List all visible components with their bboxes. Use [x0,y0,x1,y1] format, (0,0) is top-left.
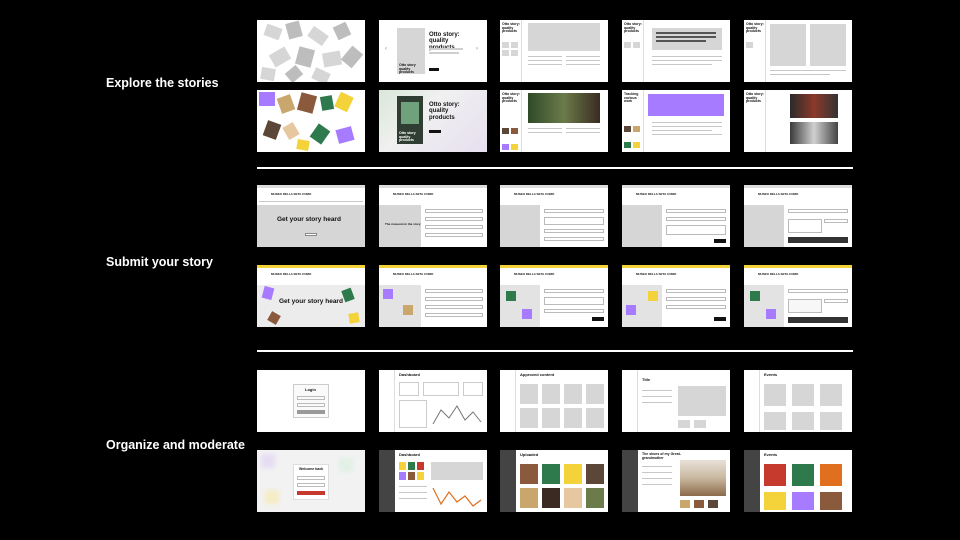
section-label-organize: Organize and moderate [106,438,245,452]
brand-name: MUSEO DELLA SETA COMO [271,272,312,276]
thumb-explore-scatter-wire[interactable] [257,20,365,82]
section-divider [257,350,853,352]
brand-name: MUSEO DELLA SETA COMO [514,272,555,276]
brand-name: MUSEO DELLA SETA COMO [393,192,434,196]
thumb-explore-carousel-hifi[interactable]: Otto story: quality products Otto story … [379,90,487,152]
chevron-right-icon[interactable]: › [476,46,478,52]
thumb-organize-events-wire[interactable]: Events [744,370,852,432]
thumb-organize-dashboard-wire[interactable]: Dashboard [379,370,487,432]
line-chart [432,405,482,425]
uploaded-title: Uploaded [520,452,539,457]
thumb-organize-story-hifi[interactable]: The shoes of my Great-grandmother [622,450,730,512]
thumb-explore-carousel-wire[interactable]: Otto story: quality products Otto story … [379,20,487,82]
card-title: Otto story quality products [399,63,416,75]
thumb-submit-form3-wire[interactable]: MUSEO DELLA SETA COMO [622,185,730,247]
article-title: Otto story: quality products [746,92,764,104]
hero-title: Get your story heard [277,216,341,223]
thumb-submit-form-wire[interactable]: MUSEO DELLA SETA COMO The museum in the … [379,185,487,247]
approved-title: Approved content [520,372,555,377]
thumb-submit-hero-wire[interactable]: MUSEO DELLA SETA COMO Get your story hea… [257,185,365,247]
card-title: Otto story quality products [399,131,416,143]
thumb-explore-story-wire[interactable]: Otto story: quality products [744,20,852,82]
chevron-left-icon[interactable]: ‹ [385,46,387,52]
dashboard-title: Dashboard [399,372,420,377]
thumb-organize-events-hifi[interactable]: Events [744,450,852,512]
thumb-submit-form2-hifi[interactable]: MUSEO DELLA SETA COMO [500,265,608,327]
thumb-organize-approved-wire[interactable]: Approved content [500,370,608,432]
thumb-explore-scatter-hifi[interactable] [257,90,365,152]
brand-name: MUSEO DELLA SETA COMO [636,192,677,196]
hero-title: Get your story heard [279,298,343,305]
section-divider [257,167,853,169]
thumb-explore-story-hifi[interactable]: Otto story: quality products [744,90,852,152]
thumb-organize-login-wire[interactable]: Login [257,370,365,432]
article-title: Otto story: quality products [624,22,642,34]
article-title: Otto story: quality products [502,22,520,34]
thumb-explore-quote-wire[interactable]: Otto story: quality products [622,20,730,82]
thumb-submit-form4-wire[interactable]: MUSEO DELLA SETA COMO [744,185,852,247]
events-title: Events [764,452,778,457]
thumb-submit-form2-wire[interactable]: MUSEO DELLA SETA COMO [500,185,608,247]
section-label-submit: Submit your story [106,255,213,269]
thumb-submit-form3-hifi[interactable]: MUSEO DELLA SETA COMO [622,265,730,327]
login-title: Login [305,387,316,392]
form-note: The museum in the story [385,222,421,226]
thumb-submit-form-hifi[interactable]: MUSEO DELLA SETA COMO [379,265,487,327]
thumb-explore-tracking-hifi[interactable]: Tracking curious work [622,90,730,152]
events-title: Events [764,372,778,377]
line-chart [432,487,482,507]
thumb-organize-dashboard-hifi[interactable]: Dashboard [379,450,487,512]
title-label: Title [642,377,651,382]
brand-name: MUSEO DELLA SETA COMO [514,192,555,196]
thumb-explore-article-hifi[interactable]: Otto story: quality products [500,90,608,152]
carousel-title: Otto story: quality products [429,102,460,121]
brand-name: MUSEO DELLA SETA COMO [758,192,799,196]
section-label-explore: Explore the stories [106,76,219,90]
brand-name: MUSEO DELLA SETA COMO [636,272,677,276]
thumb-submit-hero-hifi[interactable]: MUSEO DELLA SETA COMO Get your story hea… [257,265,365,327]
dashboard-title: Dashboard [399,452,420,457]
article-title: Otto story: quality products [746,22,764,34]
thumb-organize-uploaded-hifi[interactable]: Uploaded [500,450,608,512]
thumb-explore-article-wire[interactable]: Otto story: quality products [500,20,608,82]
thumb-organize-login-hifi[interactable]: Welcome back [257,450,365,512]
thumb-submit-form4-hifi[interactable]: MUSEO DELLA SETA COMO [744,265,852,327]
brand-name: MUSEO DELLA SETA COMO [393,272,434,276]
story-title: The shoes of my Great-grandmother [642,452,681,460]
brand-name: MUSEO DELLA SETA COMO [758,272,799,276]
thumb-organize-edit-wire[interactable]: Title [622,370,730,432]
article-title: Otto story: quality products [502,92,520,104]
tracking-title: Tracking curious work [624,92,639,104]
welcome-title: Welcome back [299,467,324,471]
brand-name: MUSEO DELLA SETA COMO [271,192,312,196]
